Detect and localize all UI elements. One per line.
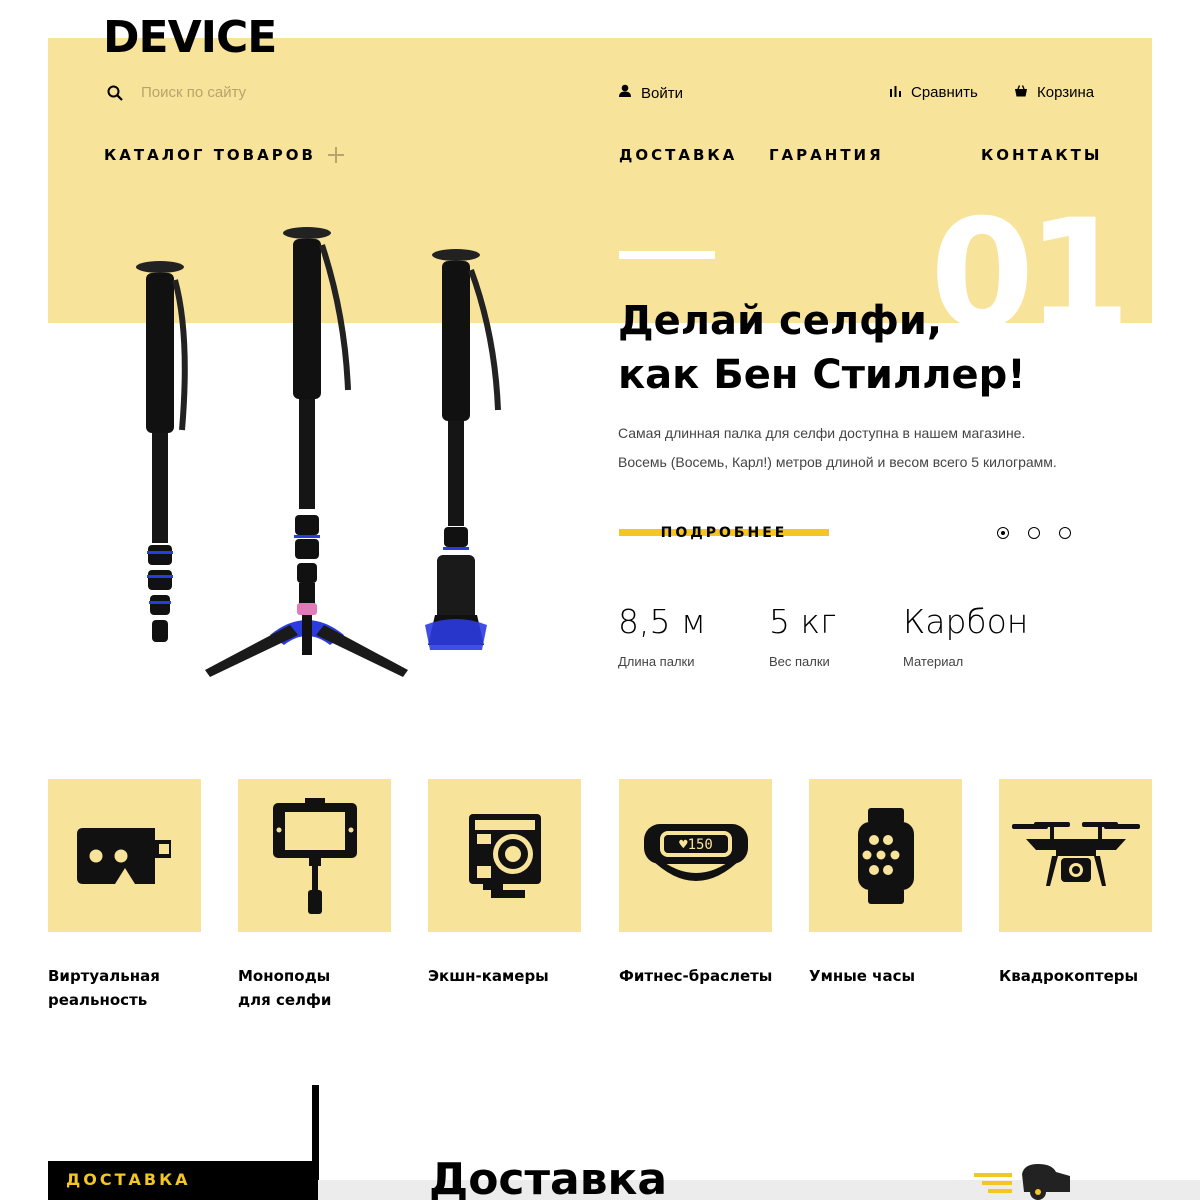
more-button-label: ПОДРОБНЕЕ bbox=[660, 525, 788, 541]
delivery-truck-icon bbox=[972, 1162, 1072, 1200]
search-form[interactable] bbox=[107, 84, 341, 101]
plus-icon bbox=[327, 147, 344, 163]
category-vr[interactable]: Виртуальная реальность bbox=[48, 779, 201, 1012]
search-input[interactable] bbox=[141, 84, 341, 101]
tab-delivery[interactable]: ДОСТАВКА bbox=[48, 1161, 318, 1200]
login-label: Войти bbox=[641, 84, 683, 102]
compare-icon bbox=[890, 84, 901, 101]
slide-description: Самая длинная палка для селфи доступна в… bbox=[618, 419, 1118, 477]
cart-label: Корзина bbox=[1037, 84, 1095, 101]
category-drones-name: Квадрокоптеры bbox=[999, 964, 1152, 988]
vr-headset-icon bbox=[76, 827, 171, 884]
nav-catalog-label: КАТАЛОГ ТОВАРОВ bbox=[104, 146, 316, 164]
delivery-heading: Доставка bbox=[429, 1154, 668, 1200]
category-fitness-bands-tile: ♥150 bbox=[619, 779, 772, 932]
stat-material-value: Карбон bbox=[903, 602, 1029, 641]
stat-material: Карбон Материал bbox=[903, 600, 1028, 669]
category-smartwatches[interactable]: Умные часы bbox=[809, 779, 962, 988]
login-link[interactable]: Войти bbox=[619, 84, 683, 102]
slide-divider bbox=[619, 251, 715, 259]
search-icon[interactable] bbox=[107, 85, 123, 101]
nav-warranty[interactable]: ГАРАНТИЯ bbox=[769, 146, 884, 164]
category-fitness-bands-name-line-1: Фитнес-браслеты bbox=[619, 967, 773, 985]
smartwatch-icon bbox=[857, 807, 914, 904]
stat-length-label: Длина палки bbox=[618, 654, 695, 669]
cart-icon bbox=[1015, 84, 1027, 101]
slider-dot-2[interactable] bbox=[1028, 527, 1040, 539]
category-monopods[interactable]: Моноподы для селфи bbox=[238, 779, 391, 1012]
drone-icon bbox=[1011, 821, 1140, 886]
cart-link[interactable]: Корзина bbox=[1015, 84, 1094, 101]
slide-description-line-1: Самая длинная палка для селфи доступна в… bbox=[618, 425, 1026, 441]
slider-pagination bbox=[997, 527, 1090, 539]
stat-weight-label: Вес палки bbox=[769, 654, 830, 669]
slide-title-line-2: как Бен Стиллер! bbox=[618, 352, 1026, 398]
category-action-cameras[interactable]: Экшн-камеры bbox=[428, 779, 581, 988]
category-drones[interactable]: Квадрокоптеры bbox=[999, 779, 1152, 988]
slider-dot-3[interactable] bbox=[1059, 527, 1071, 539]
nav-catalog[interactable]: КАТАЛОГ ТОВАРОВ bbox=[104, 146, 344, 164]
stat-length-value: 8,5 м bbox=[618, 602, 706, 641]
category-monopods-tile bbox=[238, 779, 391, 932]
product-image-monopods bbox=[120, 215, 520, 685]
user-icon bbox=[619, 84, 631, 102]
category-monopods-name: Моноподы для селфи bbox=[238, 964, 391, 1012]
fitness-band-display: ♥150 bbox=[679, 837, 713, 853]
category-monopods-name-line-1: Моноподы bbox=[238, 967, 331, 985]
category-monopods-name-line-2: для селфи bbox=[238, 991, 332, 1009]
stat-material-label: Материал bbox=[903, 654, 964, 669]
nav-delivery[interactable]: ДОСТАВКА bbox=[619, 146, 737, 164]
stat-weight-value: 5 кг bbox=[769, 602, 837, 641]
category-smartwatches-tile bbox=[809, 779, 962, 932]
category-vr-name-line-2: реальность bbox=[48, 991, 148, 1009]
slide-title: Делай селфи, как Бен Стиллер! bbox=[618, 294, 1038, 402]
monopod-middle bbox=[205, 227, 408, 677]
more-button[interactable]: ПОДРОБНЕЕ bbox=[619, 522, 829, 544]
compare-label: Сравнить bbox=[911, 84, 978, 101]
category-vr-tile bbox=[48, 779, 201, 932]
category-action-cameras-name-line-1: Экшн-камеры bbox=[428, 967, 549, 985]
slider-dot-1[interactable] bbox=[997, 527, 1009, 539]
fitness-band-icon: ♥150 bbox=[643, 823, 748, 881]
category-vr-name: Виртуальная реальность bbox=[48, 964, 201, 1012]
selfie-stick-icon bbox=[272, 797, 357, 914]
category-vr-name-line-1: Виртуальная bbox=[48, 967, 160, 985]
monopod-right bbox=[425, 249, 501, 650]
compare-link[interactable]: Сравнить bbox=[890, 84, 978, 101]
category-fitness-bands[interactable]: ♥150 Фитнес-браслеты bbox=[619, 779, 772, 988]
stat-weight: 5 кг Вес палки bbox=[769, 600, 836, 669]
category-drones-tile bbox=[999, 779, 1152, 932]
stat-length: 8,5 м Длина палки bbox=[618, 600, 706, 669]
nav-contacts[interactable]: КОНТАКТЫ bbox=[981, 146, 1102, 164]
slide-description-line-2: Восемь (Восемь, Карл!) метров длиной и в… bbox=[618, 454, 1057, 470]
category-drones-name-line-1: Квадрокоптеры bbox=[999, 967, 1139, 985]
category-action-cameras-tile bbox=[428, 779, 581, 932]
category-action-cameras-name: Экшн-камеры bbox=[428, 964, 581, 988]
category-smartwatches-name-line-1: Умные часы bbox=[809, 967, 916, 985]
action-camera-icon bbox=[468, 813, 541, 898]
monopod-left bbox=[136, 261, 188, 642]
category-smartwatches-name: Умные часы bbox=[809, 964, 962, 988]
slide-title-line-1: Делай селфи, bbox=[618, 298, 943, 344]
logo[interactable]: DEVICE bbox=[103, 14, 277, 62]
category-fitness-bands-name: Фитнес-браслеты bbox=[619, 964, 772, 988]
